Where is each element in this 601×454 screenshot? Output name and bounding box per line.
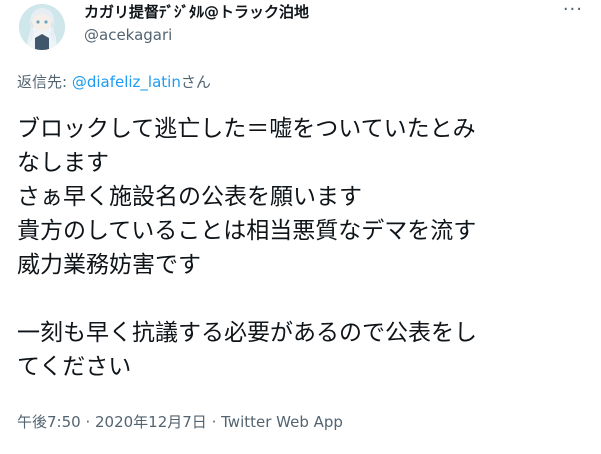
meta-separator: · [80, 413, 95, 431]
tweet-line: なします [17, 150, 109, 176]
reply-mention-link[interactable]: @diafeliz_latin [72, 73, 181, 91]
anime-character-avatar-icon [19, 4, 65, 50]
tweet-meta: 午後7:50 · 2020年12月7日 · Twitter Web App [17, 412, 343, 432]
tweet-source-app[interactable]: Twitter Web App [221, 413, 343, 431]
reply-to-line: 返信先: @diafeliz_latinさん [17, 72, 211, 92]
tweet-line: 威力業務妨害です [17, 252, 201, 278]
tweet-line: てください [17, 354, 132, 380]
reply-prefix: 返信先: [17, 73, 72, 91]
tweet-line: さぁ早く施設名の公表を願います [17, 184, 362, 210]
tweet-line: ブロックして逃亡した＝嘘をついていたとみ [17, 116, 476, 142]
tweet-date[interactable]: 2020年12月7日 [95, 413, 207, 431]
avatar[interactable] [19, 4, 65, 50]
more-options-icon[interactable]: ··· [563, 0, 583, 20]
tweet-time[interactable]: 午後7:50 [17, 413, 81, 431]
tweet-text: ブロックして逃亡した＝嘘をついていたとみ なします さぁ早く施設名の公表を願いま… [17, 112, 587, 384]
meta-separator: · [206, 413, 222, 431]
reply-suffix: さん [180, 73, 211, 91]
author-display-name[interactable]: カガリ提督ﾃﾞｼﾞﾀﾙ@トラック泊地 [84, 2, 309, 22]
tweet-line: 貴方のしていることは相当悪質なデマを流す [17, 218, 477, 244]
tweet-line: 一刻も早く抗議する必要があるので公表をし [17, 320, 477, 346]
author-handle[interactable]: @acekagari [84, 25, 172, 45]
